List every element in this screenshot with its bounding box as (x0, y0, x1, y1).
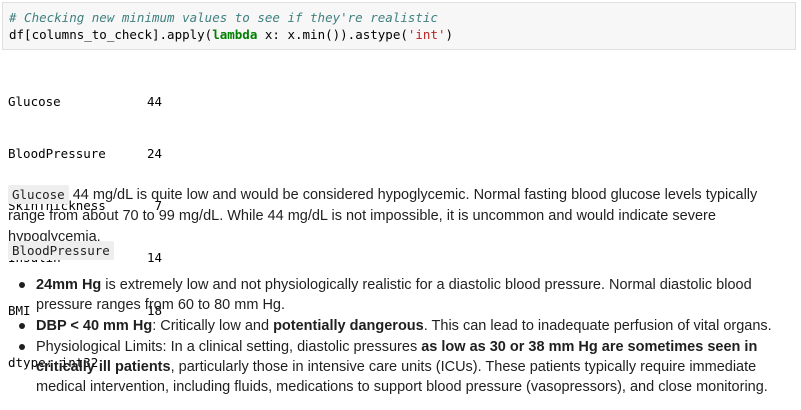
list-item: DBP < 40 mm Hg: Critically low and poten… (14, 316, 794, 336)
output-value: 24 (146, 146, 162, 162)
glucose-paragraph: Glucose 44 mg/dL is quite low and would … (8, 184, 791, 248)
glucose-text: 44 mg/dL is quite low and would be consi… (8, 187, 758, 245)
list-item: 24mm Hg is extremely low and not physiol… (14, 275, 794, 315)
bullet-bold: 24mm Hg (36, 277, 102, 293)
code-cell[interactable]: # Checking new minimum values to see if … (2, 2, 796, 50)
list-item: Physiological Limits: In a clinical sett… (14, 337, 794, 397)
code-string: 'int' (407, 27, 446, 42)
code-part: x: x.min()).astype( (257, 27, 408, 42)
bp-bullet-list: 24mm Hg is extremely low and not physiol… (14, 275, 794, 398)
bullet-text: Physiological Limits: In a clinical sett… (36, 339, 422, 355)
code-comment: # Checking new minimum values to see if … (9, 10, 438, 25)
output-label: Glucose (8, 93, 61, 109)
inline-code-glucose: Glucose (8, 185, 69, 204)
bullet-text: . This can lead to inadequate perfusion … (423, 318, 772, 334)
bullet-text: is extremely low and not physiologically… (36, 277, 752, 313)
output-value: 44 (146, 93, 162, 109)
code-part: ) (445, 27, 454, 42)
code-part: df[columns_to_check].apply( (9, 27, 213, 42)
output-label: BloodPressure (8, 146, 106, 162)
bullet-icon (19, 282, 25, 288)
output-row: BloodPressure 24 (8, 145, 162, 162)
bullet-bold: potentially dangerous (273, 318, 424, 334)
code-keyword: lambda (212, 27, 258, 42)
bullet-icon (19, 344, 25, 350)
inline-code-bloodpressure: BloodPressure (8, 241, 114, 260)
output-row: Glucose 44 (8, 93, 162, 110)
code-line: df[columns_to_check].apply(lambda x: x.m… (9, 27, 453, 43)
bullet-text: : Critically low and (152, 318, 274, 334)
bullet-icon (19, 323, 25, 329)
bloodpressure-heading: BloodPressure (8, 240, 791, 262)
bullet-bold: DBP < 40 mm Hg (36, 318, 153, 334)
